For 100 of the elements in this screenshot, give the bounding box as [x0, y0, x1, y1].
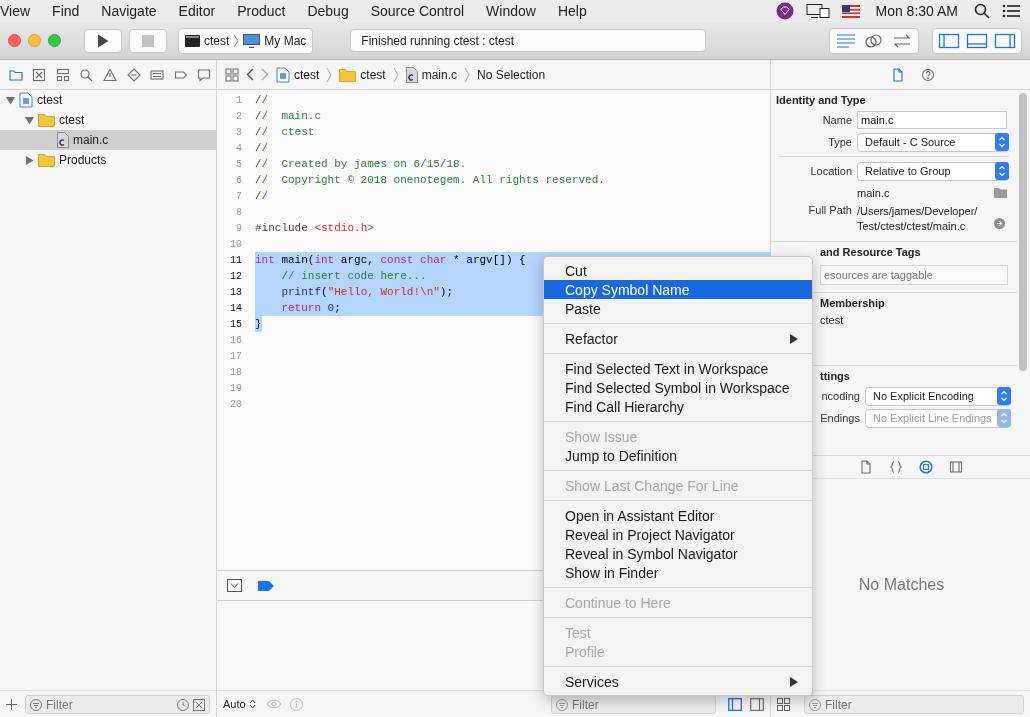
- menu-item[interactable]: Source Control: [359, 3, 476, 19]
- menu-item[interactable]: Find: [41, 3, 91, 19]
- menu-item[interactable]: Product: [226, 3, 297, 19]
- split-left-icon[interactable]: [728, 697, 742, 711]
- run-button[interactable]: [84, 28, 122, 53]
- chevron-icon: [326, 66, 333, 83]
- line-number: 14: [229, 302, 242, 314]
- scroll-bar[interactable]: [1019, 93, 1027, 371]
- name-field[interactable]: main.c: [857, 111, 1007, 129]
- tree-item[interactable]: Products: [0, 150, 216, 170]
- popup-button[interactable]: Default - C Source: [857, 132, 1009, 152]
- code-line: // Copyright © 2018 onenotegem. All rights reserved.: [255, 173, 605, 188]
- menu-item[interactable]: Reveal in Project Navigator: [544, 525, 812, 544]
- monitor-icon: [243, 33, 261, 48]
- folder-icon: [339, 67, 357, 82]
- menu-item[interactable]: Debug: [296, 3, 360, 19]
- folder-icon[interactable]: [994, 188, 1007, 198]
- menu-item[interactable]: Find Call Hierarchy: [544, 397, 812, 416]
- menu-item[interactable]: Copy Symbol Name: [544, 280, 812, 299]
- menu-item[interactable]: Window: [475, 3, 547, 19]
- right-panel-icon[interactable]: [994, 32, 1016, 49]
- clock-icon[interactable]: [177, 699, 189, 711]
- menu-item[interactable]: Find Selected Text in Workspace: [544, 359, 812, 378]
- empty-message: No Matches: [858, 575, 945, 594]
- line-number: 12: [229, 270, 242, 282]
- view-toggle-control[interactable]: [932, 27, 1022, 54]
- editor-mode-control[interactable]: [829, 27, 919, 54]
- tree-item[interactable]: main.c: [0, 130, 216, 150]
- search-icon[interactable]: [974, 3, 990, 19]
- line-number: 5: [235, 158, 242, 170]
- menu-item[interactable]: Show in Finder: [544, 563, 812, 582]
- split-right-icon[interactable]: [750, 697, 764, 711]
- reveal-arrow-icon[interactable]: [994, 218, 1005, 229]
- tags-field[interactable]: esources are taggable: [820, 265, 1008, 285]
- field-label: Location: [809, 165, 852, 177]
- swap-arrows-icon[interactable]: [891, 32, 913, 49]
- menu-item[interactable]: Services: [544, 672, 812, 691]
- code-line: // ctest: [255, 125, 315, 140]
- field-label: Name: [821, 114, 852, 126]
- updown-arrows-icon: [995, 133, 1009, 151]
- folder-icon: [8, 67, 23, 82]
- code-line: // Created by james on 6/15/18.: [255, 157, 467, 172]
- bottom-panel-icon[interactable]: [966, 32, 988, 49]
- menu-item[interactable]: Open in Assistant Editor: [544, 506, 812, 525]
- scheme-selector[interactable]: ctest My Mac: [178, 27, 314, 54]
- menu-item[interactable]: Help: [546, 3, 598, 19]
- breakpoint-icon[interactable]: [258, 580, 274, 591]
- section-title: Identity and Type: [776, 93, 867, 108]
- breadcrumb[interactable]: main.c: [405, 66, 458, 83]
- project-file-icon: [276, 66, 290, 83]
- project-file-icon: [19, 92, 33, 108]
- filter-icon[interactable]: [30, 699, 42, 711]
- filter-field[interactable]: Filter: [25, 695, 210, 714]
- flag-icon[interactable]: [841, 4, 860, 18]
- clock[interactable]: Mon 8:30 AM: [875, 3, 958, 19]
- display-icon[interactable]: [805, 3, 830, 19]
- close-button[interactable]: [8, 34, 21, 47]
- collapsed-triangle-icon[interactable]: [25, 155, 34, 165]
- file-name: main.c: [857, 187, 891, 199]
- line-number: 20: [229, 398, 242, 410]
- grid-icon[interactable]: [777, 697, 790, 711]
- hide-panel-icon[interactable]: [227, 579, 242, 592]
- menu-item[interactable]: Reveal in Symbol Navigator: [544, 544, 812, 563]
- play-icon: [97, 33, 109, 48]
- tree-item[interactable]: ctest: [0, 90, 216, 110]
- menu-item[interactable]: View: [0, 3, 42, 19]
- activity-status: Finished running ctest : ctest: [350, 29, 707, 52]
- left-panel-icon[interactable]: [938, 32, 960, 49]
- menu-item[interactable]: Find Selected Symbol in Workspace: [544, 378, 812, 397]
- menu-item[interactable]: Navigate: [90, 3, 168, 19]
- filter-icon[interactable]: [809, 699, 821, 711]
- zoom-button[interactable]: [48, 34, 61, 47]
- crossed-square-icon[interactable]: [193, 699, 205, 711]
- breadcrumb[interactable]: ctest: [339, 67, 386, 82]
- variables-mode-popup[interactable]: Auto: [223, 698, 256, 710]
- tree-item[interactable]: ctest: [0, 110, 216, 130]
- target-name: ctest: [820, 313, 845, 328]
- code-line: // main.c: [255, 109, 321, 124]
- code-line: //: [255, 189, 269, 204]
- gem-icon[interactable]: [775, 2, 794, 20]
- add-icon[interactable]: [6, 698, 17, 710]
- breadcrumb[interactable]: No Selection: [477, 67, 546, 82]
- popup-button[interactable]: No Explicit Encoding: [865, 386, 1011, 406]
- menu-item[interactable]: Refactor: [544, 329, 812, 348]
- list-icon[interactable]: [1002, 4, 1020, 18]
- menu-item[interactable]: Editor: [167, 3, 227, 19]
- stop-icon: [142, 34, 154, 47]
- menu-item[interactable]: Jump to Definition: [544, 446, 812, 465]
- line-number: 7: [235, 190, 242, 202]
- filter-icon[interactable]: [556, 699, 568, 711]
- breadcrumb[interactable]: ctest: [276, 66, 320, 83]
- filter-field[interactable]: Filter: [804, 695, 1024, 714]
- back-icon[interactable]: [246, 68, 254, 81]
- folder-icon: [38, 113, 55, 127]
- popup-button[interactable]: Relative to Group: [857, 161, 1009, 181]
- rings-icon[interactable]: [863, 32, 885, 49]
- chevron-icon: [233, 33, 240, 48]
- submenu-arrow-icon: [790, 676, 798, 687]
- c-file-icon: [57, 132, 69, 148]
- related-items-icon[interactable]: [225, 67, 239, 82]
